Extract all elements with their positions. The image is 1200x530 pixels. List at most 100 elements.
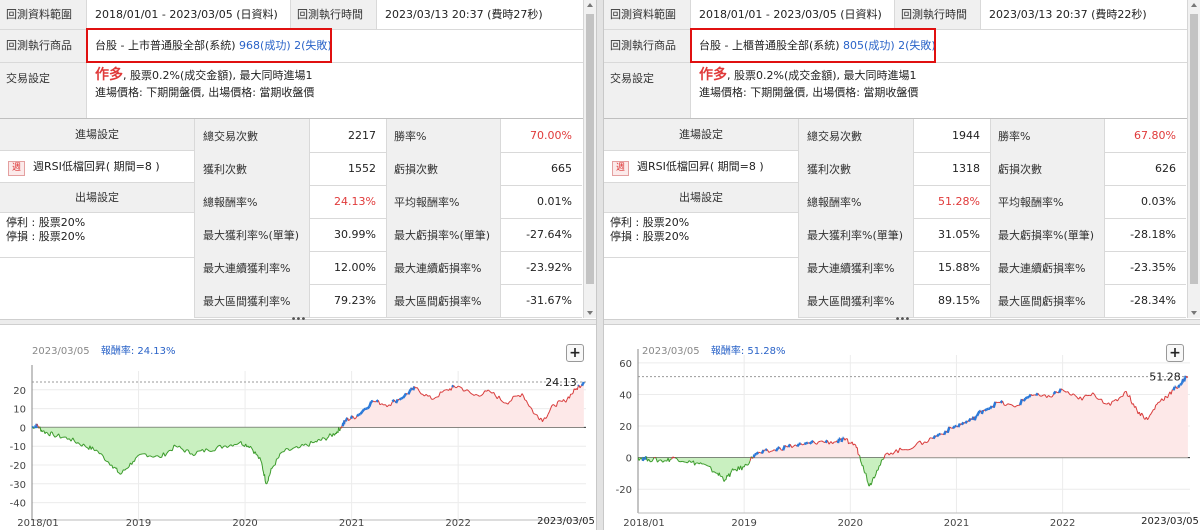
return-line-segment bbox=[866, 481, 869, 484]
latest-value-label: 51.28 bbox=[1149, 371, 1181, 384]
stat-value: 12.00% bbox=[334, 261, 376, 274]
return-line-segment bbox=[721, 475, 723, 478]
return-line-segment bbox=[650, 460, 653, 463]
stat-label: 虧損次數 bbox=[386, 152, 500, 185]
chart-header-date: 2023/03/05 bbox=[32, 346, 90, 357]
x-tick-label: 2020 bbox=[838, 518, 863, 529]
exit-setting-header: 出場設定 bbox=[0, 183, 194, 212]
x-tick-label: 2021 bbox=[339, 518, 364, 529]
return-line-segment bbox=[1032, 394, 1035, 397]
return-line-segment bbox=[803, 442, 807, 446]
scroll-thumb[interactable] bbox=[586, 14, 594, 284]
scroll-up-icon[interactable] bbox=[1191, 3, 1197, 7]
stat-value: 79.23% bbox=[334, 294, 376, 307]
x-tick-label: 2020 bbox=[232, 518, 257, 529]
return-line-segment bbox=[858, 454, 861, 456]
return-line-segment bbox=[682, 460, 685, 463]
product-highlight-box bbox=[690, 28, 936, 63]
return-line-segment bbox=[881, 459, 883, 461]
exit-stop-loss: 停損 : 股票20% bbox=[610, 230, 690, 243]
return-line-segment bbox=[932, 435, 937, 440]
entry-setting-row[interactable]: 週週RSI低檔回昇( 期間=8 ) bbox=[0, 151, 194, 182]
return-line-segment bbox=[712, 471, 715, 473]
return-line-segment bbox=[125, 467, 128, 470]
return-line-segment bbox=[1179, 383, 1183, 386]
return-line-segment bbox=[361, 408, 366, 413]
return-line-segment bbox=[420, 393, 423, 395]
return-line-segment bbox=[864, 472, 866, 474]
stat-value: 0.01% bbox=[537, 195, 572, 208]
trade-setting-value: 作多, 股票0.2%(成交金額), 最大同時進場1 進場價格: 下期開盤價, 出… bbox=[691, 63, 1181, 118]
return-line-segment bbox=[60, 436, 63, 439]
trade-direction: 作多 bbox=[699, 67, 727, 83]
exec-time-value: 2023/03/13 20:37 (費時22秒) bbox=[989, 8, 1147, 21]
y-tick-label: -20 bbox=[10, 461, 26, 472]
return-line-segment bbox=[1085, 394, 1088, 397]
stat-label: 最大區間獲利率% bbox=[195, 284, 309, 317]
scroll-down-icon[interactable] bbox=[1191, 311, 1197, 315]
add-icon[interactable]: + bbox=[1166, 344, 1184, 362]
return-line-segment bbox=[1018, 398, 1024, 406]
y-tick-label: 0 bbox=[626, 454, 632, 465]
return-line-segment bbox=[366, 405, 371, 410]
return-line-segment bbox=[394, 398, 399, 404]
stat-value: 70.00% bbox=[530, 129, 572, 142]
stat-label: 總交易次數 bbox=[195, 119, 309, 152]
return-line-segment bbox=[867, 482, 870, 486]
stat-value: 0.03% bbox=[1141, 195, 1176, 208]
return-line-segment bbox=[980, 409, 985, 415]
exec-time-value: 2023/03/13 20:37 (費時27秒) bbox=[385, 8, 543, 21]
return-line-segment bbox=[581, 381, 585, 385]
return-line-segment bbox=[882, 458, 885, 460]
return-line-segment bbox=[36, 423, 38, 426]
entry-setting-row[interactable]: 週週RSI低檔回昇( 期間=8 ) bbox=[604, 151, 798, 182]
stat-label: 最大虧損率%(單筆) bbox=[386, 218, 500, 251]
divider-grip-icon: ••• bbox=[290, 314, 307, 325]
stat-value: 665 bbox=[551, 162, 572, 175]
exit-take-profit: 停利 : 股票20% bbox=[6, 216, 86, 229]
y-tick-label: -30 bbox=[10, 480, 26, 491]
return-line-segment bbox=[408, 388, 412, 393]
scroll-down-icon[interactable] bbox=[587, 311, 593, 315]
entry-setting-value: 週RSI低檔回昇( 期間=8 ) bbox=[637, 160, 764, 173]
return-line-segment bbox=[41, 430, 44, 433]
return-line-segment bbox=[1186, 376, 1189, 378]
return-line-segment bbox=[1155, 403, 1158, 406]
y-tick-label: 20 bbox=[619, 422, 632, 433]
scroll-up-icon[interactable] bbox=[587, 3, 593, 7]
return-line-segment bbox=[672, 456, 675, 458]
exit-stop-loss: 停損 : 股票20% bbox=[6, 230, 86, 243]
return-line-segment bbox=[276, 458, 278, 460]
product-label: 回測執行商品 bbox=[0, 30, 86, 62]
summary-scrollbar[interactable] bbox=[583, 0, 596, 318]
add-icon[interactable]: + bbox=[566, 344, 584, 362]
return-line-segment bbox=[261, 465, 264, 471]
stat-value: 15.88% bbox=[938, 261, 980, 274]
trade-direction: 作多 bbox=[95, 67, 123, 83]
stat-value: 30.99% bbox=[334, 228, 376, 241]
return-line-segment bbox=[571, 392, 574, 395]
x-tick-label: 2021 bbox=[944, 518, 969, 529]
return-line-segment bbox=[708, 465, 711, 468]
return-line-segment bbox=[443, 389, 446, 391]
scroll-thumb[interactable] bbox=[1190, 14, 1198, 284]
summary-scrollbar[interactable] bbox=[1187, 0, 1200, 318]
chart-header: 2023/03/05 報酬率: 51.28% bbox=[642, 342, 786, 357]
stat-value: 1944 bbox=[952, 129, 980, 142]
return-line-segment bbox=[372, 400, 375, 403]
return-line-segment bbox=[1022, 397, 1027, 402]
return-line-segment bbox=[580, 383, 585, 387]
entry-setting-value: 週RSI低檔回昇( 期間=8 ) bbox=[33, 160, 160, 173]
return-line-segment bbox=[1057, 388, 1062, 394]
return-line-segment bbox=[781, 444, 787, 451]
return-line-segment bbox=[733, 468, 736, 471]
return-line-segment bbox=[986, 407, 989, 411]
return-line-segment bbox=[796, 443, 801, 448]
panel-splitter[interactable] bbox=[596, 0, 604, 530]
return-line-segment bbox=[973, 415, 978, 421]
stat-label: 獲利次數 bbox=[195, 152, 309, 185]
return-line-segment bbox=[1039, 395, 1042, 397]
negative-area bbox=[32, 427, 584, 484]
return-line-segment bbox=[118, 472, 120, 474]
entry-week-tag: 週 bbox=[8, 161, 26, 176]
